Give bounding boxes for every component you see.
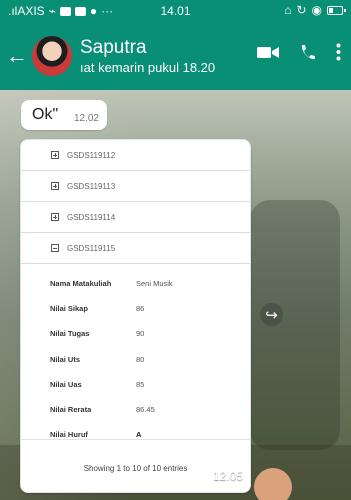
phone-icon[interactable] bbox=[299, 44, 316, 61]
image-message-time: 12.05 bbox=[212, 469, 243, 483]
contact-status: ıat kemarin pukul 18.20 bbox=[80, 59, 216, 75]
forward-icon[interactable]: ↪ bbox=[260, 303, 283, 326]
detail-value: A bbox=[136, 430, 142, 440]
detail-row: Nilai Sikap 86 bbox=[50, 296, 250, 321]
more-dots: ··· bbox=[101, 4, 114, 18]
detail-label: Nilai Tugas bbox=[50, 329, 90, 339]
detail-row: Nilai Huruf A bbox=[50, 422, 250, 447]
contact-name[interactable]: Saputra bbox=[80, 37, 240, 59]
status-right-group: ⌂ ↻ ◉ bbox=[284, 3, 346, 17]
carrier-label: .ılAXIS bbox=[8, 4, 45, 18]
back-arrow-icon[interactable]: ← bbox=[6, 43, 28, 69]
image-message-bubble[interactable]: GSDS119112 GSDS119113 GSDS119114 GSDS119… bbox=[20, 139, 251, 493]
detail-row: Nilai Uts 80 bbox=[50, 347, 250, 372]
course-details: Nama Matakuliah Seni Musik Nilai Sikap 8… bbox=[21, 264, 250, 447]
detail-label: Nilai Rerata bbox=[50, 405, 92, 415]
detail-row: Nilai Rerata 86.45 bbox=[50, 397, 250, 422]
detail-value: 86 bbox=[136, 304, 145, 314]
chat-bubble-icon: ● bbox=[89, 4, 98, 18]
plus-box-icon bbox=[51, 182, 59, 190]
video-camera-icon[interactable] bbox=[257, 45, 279, 60]
detail-row: Nilai Uas 85 bbox=[50, 372, 250, 397]
detail-value: 85 bbox=[136, 379, 145, 389]
header-actions bbox=[257, 43, 341, 61]
eye-icon: ◉ bbox=[311, 3, 322, 17]
detail-value: 90 bbox=[136, 329, 145, 339]
contact-avatar[interactable] bbox=[32, 36, 72, 76]
refresh-icon: ↻ bbox=[296, 3, 307, 17]
course-code: GSDS119114 bbox=[67, 212, 116, 222]
course-code-row: GSDS119115 bbox=[21, 233, 250, 264]
course-code: GSDS119112 bbox=[67, 150, 116, 160]
message-bubble[interactable]: Ok" 12.02 bbox=[21, 100, 107, 130]
detail-label: Nilai Uts bbox=[50, 354, 81, 364]
plus-box-icon bbox=[51, 151, 59, 159]
detail-row: Nilai Tugas 90 bbox=[50, 321, 250, 346]
detail-value: 80 bbox=[136, 354, 145, 364]
detail-label: Nilai Sikap bbox=[50, 304, 88, 314]
background-photo-tree bbox=[250, 200, 340, 450]
status-left-group: .ılAXIS ⌁ ● ··· bbox=[8, 4, 128, 18]
square-icon bbox=[74, 6, 86, 16]
status-bar: .ılAXIS ⌁ ● ··· 14.01 ⌂ ↻ ◉ bbox=[0, 0, 351, 22]
detail-label: Nilai Huruf bbox=[50, 430, 88, 440]
chat-header: ← Saputra ıat kemarin pukul 18.20 bbox=[0, 22, 351, 90]
course-code-row: GSDS119112 bbox=[21, 140, 250, 171]
wifi-icon: ⌁ bbox=[48, 4, 56, 18]
background-photo-child bbox=[254, 468, 292, 500]
course-code: GSDS119113 bbox=[67, 181, 116, 191]
detail-row: Nama Matakuliah Seni Musik bbox=[50, 271, 250, 296]
square-icon bbox=[59, 6, 71, 16]
message-text: Ok" bbox=[32, 106, 59, 123]
detail-value: 86.45 bbox=[136, 405, 155, 415]
contact-info[interactable]: Saputra ıat kemarin pukul 18.20 bbox=[80, 37, 240, 76]
message-time: 12.02 bbox=[73, 112, 99, 124]
detail-label: Nilai Uas bbox=[50, 379, 82, 389]
detail-label: Nama Matakuliah bbox=[50, 279, 112, 289]
detail-value: Seni Musik bbox=[136, 279, 173, 289]
table-divider bbox=[21, 439, 250, 440]
alarm-icon: ⌂ bbox=[284, 3, 292, 17]
minus-box-icon bbox=[51, 244, 59, 252]
course-code-row: GSDS119113 bbox=[21, 171, 250, 202]
more-vertical-icon[interactable] bbox=[336, 43, 341, 61]
course-code: GSDS119115 bbox=[67, 243, 116, 253]
plus-box-icon bbox=[51, 213, 59, 221]
battery-icon bbox=[327, 5, 346, 15]
course-code-row: GSDS119114 bbox=[21, 202, 250, 233]
